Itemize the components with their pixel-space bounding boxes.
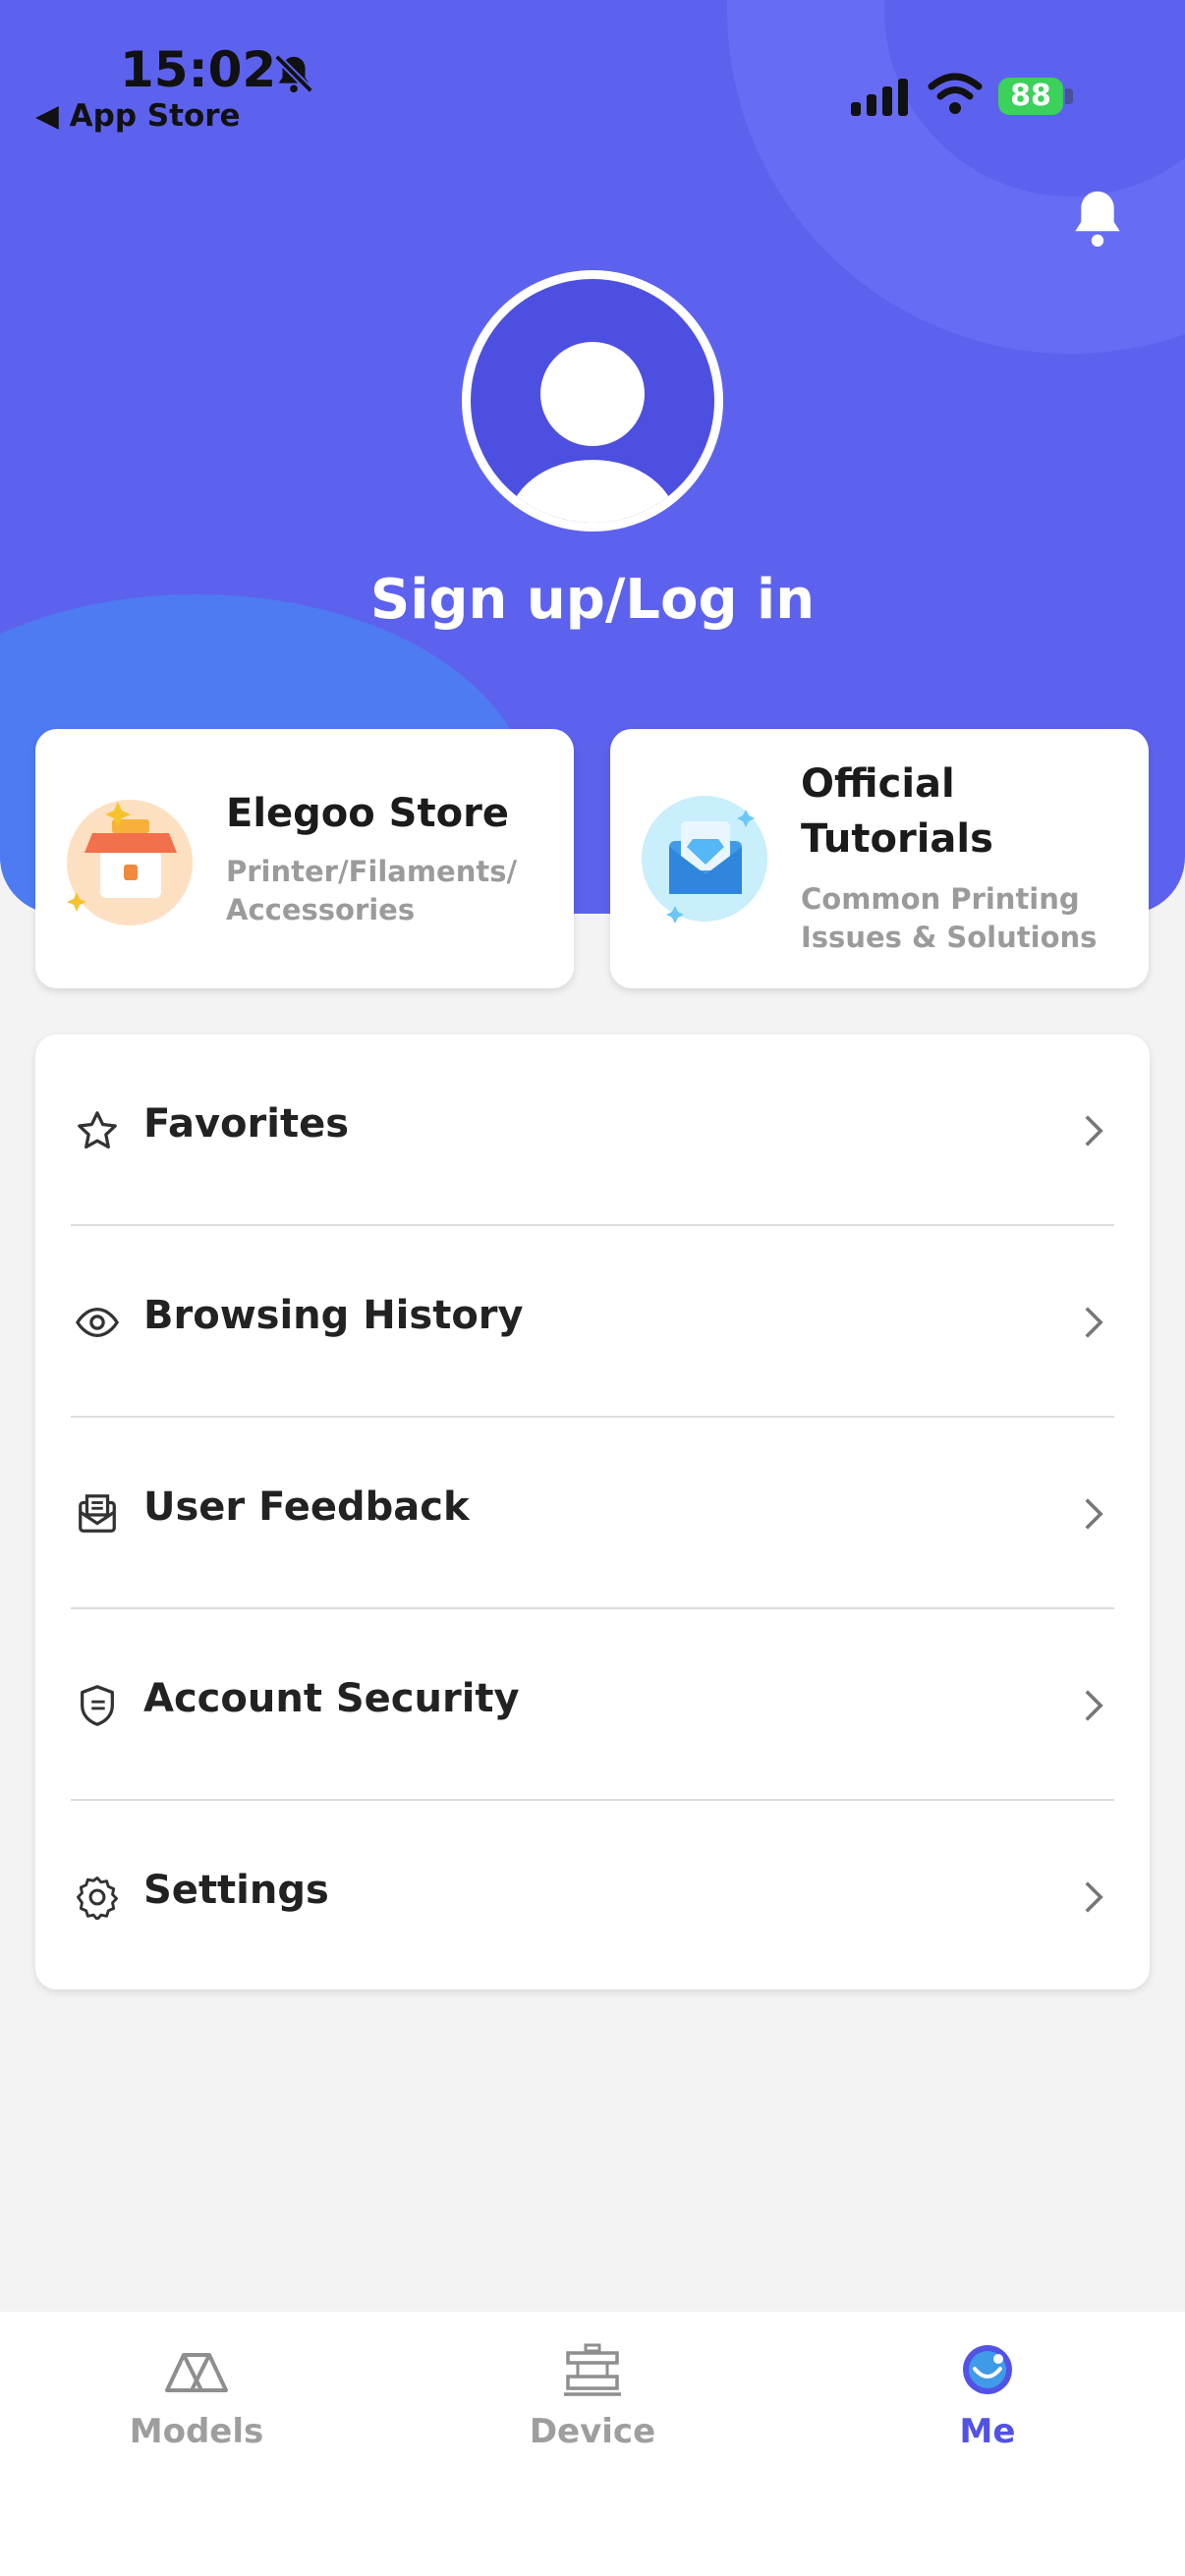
feedback-icon — [79, 1494, 116, 1533]
menu-item-label: Favorites — [143, 1101, 350, 1147]
tutorials-card-subtitle-1: Common Printing — [801, 882, 1080, 916]
store-card-subtitle-1: Printer/Filaments/ — [226, 855, 518, 888]
cellular-signal-icon — [851, 79, 908, 116]
menu-item-label: Account Security — [143, 1676, 520, 1721]
bottom-tab-bar: Models Device Me — [0, 2312, 1185, 2576]
wifi-icon — [928, 73, 983, 114]
menu-item-label: Settings — [143, 1868, 329, 1913]
chevron-right-icon — [1085, 1115, 1103, 1147]
menu-item-favorites[interactable]: Favorites — [35, 1035, 1150, 1226]
menu-item-user-feedback[interactable]: User Feedback — [35, 1418, 1150, 1609]
menu-item-browsing-history[interactable]: Browsing History — [35, 1226, 1150, 1418]
me-icon — [963, 2345, 1012, 2394]
decorative-ring — [727, 0, 1185, 354]
shop-icon — [67, 800, 193, 925]
tab-models[interactable]: Models — [69, 2341, 324, 2459]
status-time: 15:02 — [120, 41, 277, 98]
tutorials-card-subtitle-2: Issues & Solutions — [801, 921, 1098, 954]
chevron-right-icon — [1085, 1881, 1103, 1913]
menu-item-label: Browsing History — [143, 1293, 524, 1338]
store-card-subtitle-2: Accessories — [226, 893, 416, 926]
shield-icon — [81, 1685, 114, 1726]
menu-list: Favorites Browsing History User Feedback — [35, 1035, 1150, 1989]
signin-login-link[interactable]: Sign up/Log in — [0, 568, 1185, 632]
store-card-title: Elegoo Store — [226, 791, 509, 836]
star-icon — [78, 1111, 117, 1149]
official-tutorials-card[interactable]: Official Tutorials Common Printing Issue… — [610, 729, 1149, 988]
gear-icon — [77, 1876, 118, 1920]
menu-item-settings[interactable]: Settings — [35, 1801, 1150, 1992]
models-icon — [165, 2353, 228, 2392]
chevron-right-icon — [1085, 1307, 1103, 1338]
notification-bell-icon[interactable] — [1069, 187, 1126, 248]
tab-label: Me — [959, 2412, 1016, 2451]
chevron-right-icon — [1085, 1498, 1103, 1530]
silent-mode-icon — [274, 54, 313, 93]
tab-device[interactable]: Device — [465, 2341, 720, 2459]
chevron-right-icon — [1085, 1690, 1103, 1721]
battery-indicator: 88 — [998, 78, 1063, 115]
tab-label: Device — [529, 2412, 656, 2451]
back-to-app-store[interactable]: ◀ App Store — [35, 98, 241, 134]
tutorial-mail-icon — [642, 796, 767, 924]
tutorials-card-title-1: Official — [801, 761, 955, 807]
elegoo-store-card[interactable]: Elegoo Store Printer/Filaments/ Accessor… — [35, 729, 574, 988]
tutorials-card-title-2: Tutorials — [801, 816, 993, 862]
menu-item-account-security[interactable]: Account Security — [35, 1609, 1150, 1801]
battery-cap — [1065, 88, 1073, 104]
eye-icon — [75, 1307, 120, 1338]
tab-me[interactable]: Me — [860, 2341, 1115, 2459]
tab-label: Models — [129, 2412, 264, 2451]
menu-item-label: User Feedback — [143, 1484, 470, 1530]
avatar[interactable] — [462, 270, 723, 532]
printer-icon — [564, 2343, 621, 2396]
